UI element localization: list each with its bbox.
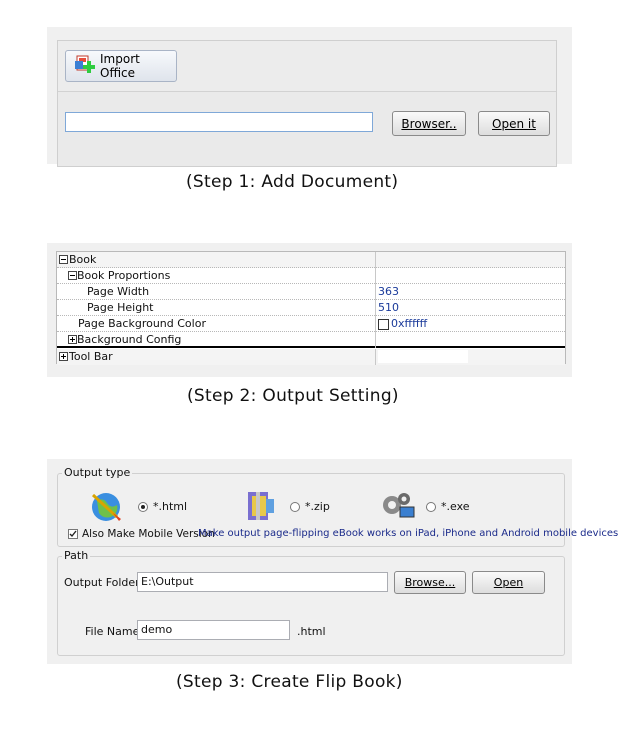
- row-key: Page Height: [87, 301, 154, 314]
- open-it-label: Open it: [492, 116, 536, 131]
- row-page-height[interactable]: Page Height 510: [57, 300, 565, 316]
- row-page-background-color[interactable]: Page Background Color 0xffffff: [57, 316, 565, 332]
- browse-button[interactable]: Browse...: [394, 571, 466, 594]
- zip-archive-icon: [244, 489, 278, 527]
- row-key: Book Proportions: [77, 269, 171, 282]
- step1-panel: Import Office Browser.. Open it: [47, 27, 572, 167]
- file-name-input[interactable]: demo: [137, 620, 290, 640]
- row-value[interactable]: 510: [378, 301, 399, 314]
- row-key: Book: [69, 253, 97, 266]
- office-import-icon: [74, 55, 96, 77]
- row-book[interactable]: Book: [57, 252, 565, 268]
- row-value[interactable]: 0xffffff: [391, 317, 427, 330]
- html-option-label[interactable]: *.html: [153, 500, 187, 513]
- collapse-icon[interactable]: [59, 255, 68, 264]
- radio-exe[interactable]: [426, 502, 436, 512]
- row-tool-bar[interactable]: Tool Bar: [57, 349, 565, 365]
- file-name-label: File Name:: [85, 625, 144, 638]
- browser-button[interactable]: Browser..: [392, 111, 466, 136]
- row-key: Page Width: [87, 285, 150, 298]
- row-background-config[interactable]: Background Config: [57, 332, 565, 348]
- path-title: Path: [62, 549, 91, 562]
- row-key: Tool Bar: [69, 350, 113, 363]
- file-extension-label: .html: [297, 625, 326, 638]
- html-globe-icon: [89, 489, 125, 527]
- row-book-proportions[interactable]: Book Proportions: [57, 268, 565, 284]
- import-toolbar: Import Office: [58, 41, 556, 92]
- color-swatch[interactable]: [378, 319, 389, 330]
- property-grid: Book Book Proportions Page Width 363 Pag…: [56, 251, 566, 365]
- zip-option-label[interactable]: *.zip: [305, 500, 330, 513]
- open-label: Open: [493, 576, 524, 589]
- browse-label: Browse...: [404, 576, 456, 589]
- row-key: Page Background Color: [78, 317, 206, 330]
- mobile-note: Make output page-flipping eBook works on…: [198, 528, 619, 539]
- row-key: Background Config: [77, 333, 182, 346]
- checkmark-icon: [69, 530, 77, 538]
- row-page-width[interactable]: Page Width 363: [57, 284, 565, 300]
- mobile-version-checkbox[interactable]: [68, 529, 78, 539]
- open-it-button[interactable]: Open it: [478, 111, 550, 136]
- step2-caption: (Step 2: Output Setting): [187, 386, 399, 406]
- step3-panel: Output type *.html *.zip *.exe Also Make…: [47, 459, 618, 664]
- mobile-version-label[interactable]: Also Make Mobile Version: [82, 528, 215, 540]
- row-value[interactable]: 363: [378, 285, 399, 298]
- import-office-button[interactable]: Import Office: [65, 50, 177, 82]
- import-panel: Import Office Browser.. Open it: [57, 40, 557, 167]
- expand-icon[interactable]: [59, 352, 68, 361]
- step2-panel: Book Book Proportions Page Width 363 Pag…: [47, 243, 572, 377]
- tool-bar-value[interactable]: [378, 350, 468, 363]
- exe-gears-icon: [380, 489, 418, 527]
- output-folder-label: Output Folder:: [64, 576, 144, 589]
- expand-icon[interactable]: [68, 335, 77, 344]
- import-office-label: Import Office: [100, 52, 140, 80]
- exe-option-label[interactable]: *.exe: [441, 500, 470, 513]
- output-type-title: Output type: [62, 466, 133, 479]
- open-button[interactable]: Open: [472, 571, 545, 594]
- browser-label: Browser..: [401, 116, 457, 131]
- output-folder-input[interactable]: E:\Output: [137, 572, 388, 592]
- step3-caption: (Step 3: Create Flip Book): [176, 672, 403, 692]
- step1-caption: (Step 1: Add Document): [186, 172, 399, 192]
- radio-zip[interactable]: [290, 502, 300, 512]
- collapse-icon[interactable]: [68, 271, 77, 280]
- document-path-input[interactable]: [65, 112, 373, 132]
- radio-html[interactable]: [138, 502, 148, 512]
